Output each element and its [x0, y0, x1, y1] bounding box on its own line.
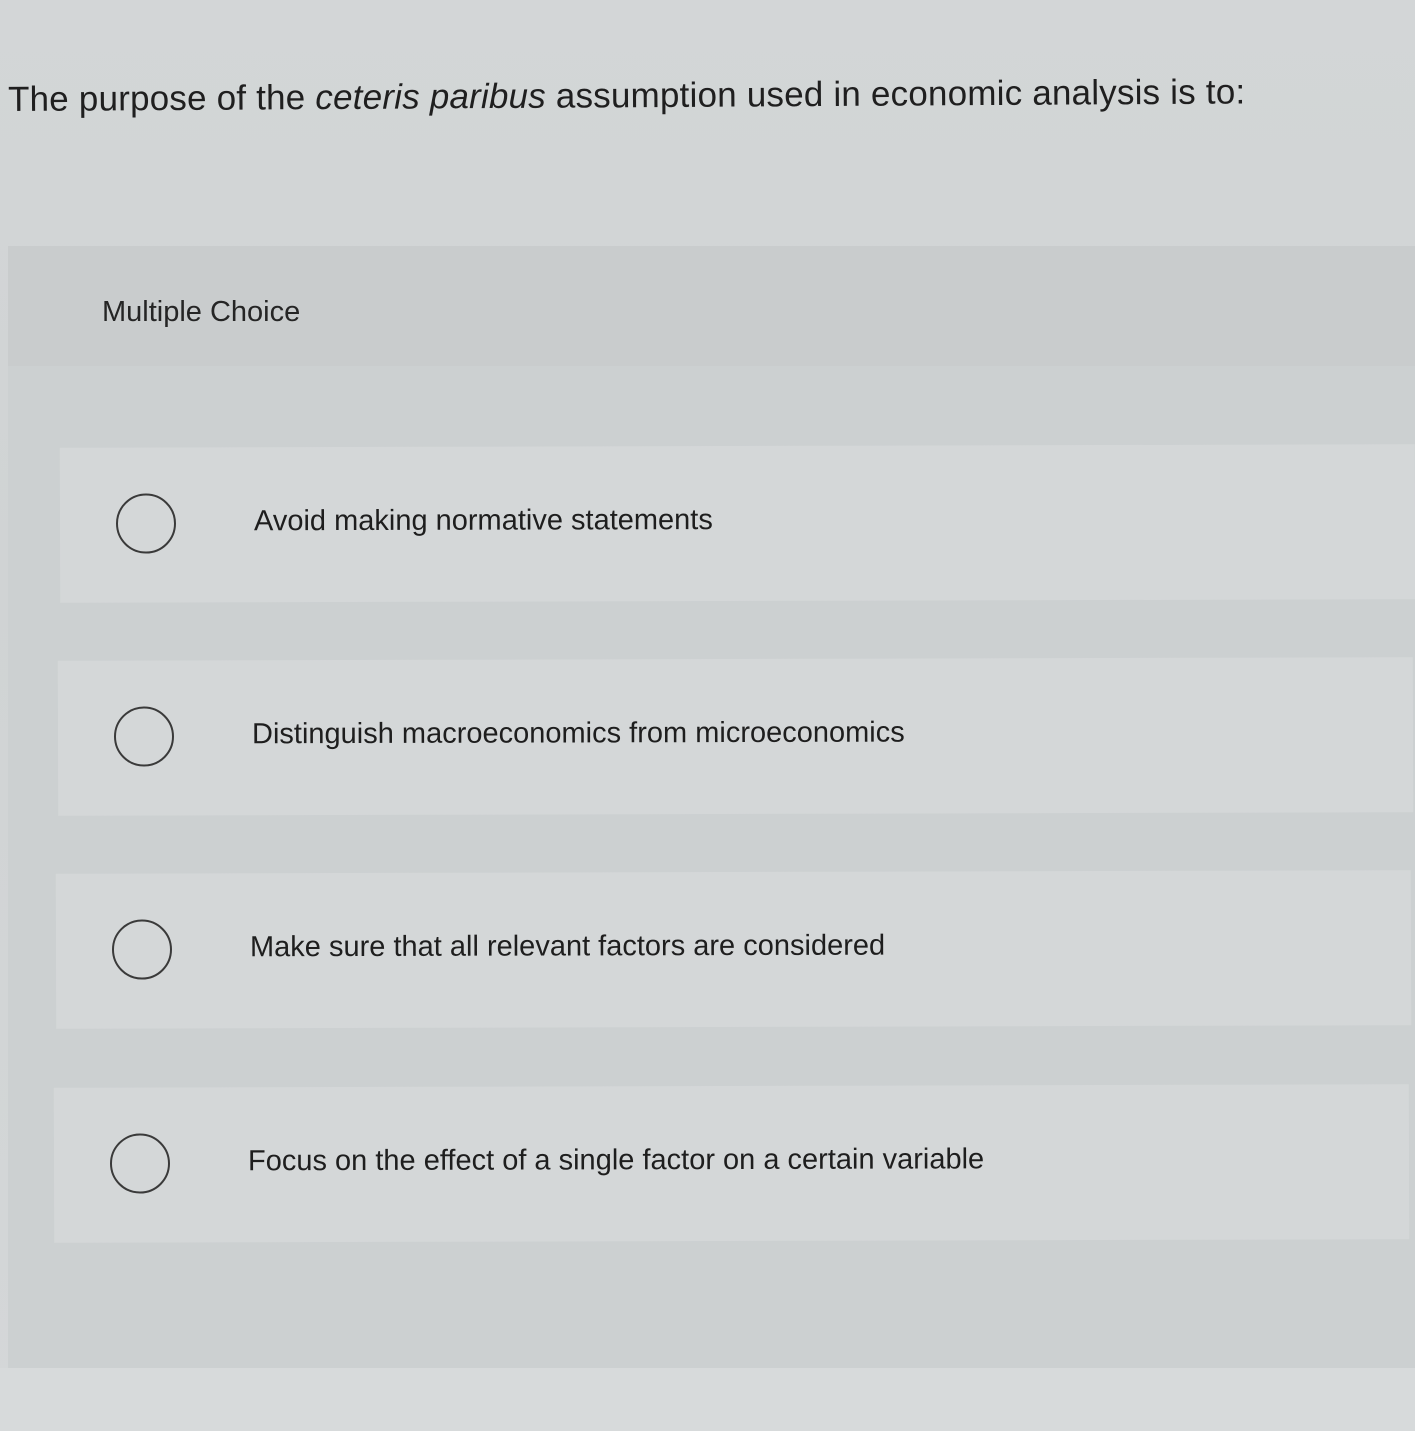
page-footer-area: [0, 1368, 1415, 1431]
answer-option-2[interactable]: Distinguish macroeconomics from microeco…: [57, 657, 1414, 816]
question-suffix: assumption used in economic analysis is …: [545, 72, 1246, 116]
answer-option-label: Distinguish macroeconomics from microeco…: [251, 716, 905, 751]
question-emphasis: ceteris paribus: [315, 76, 547, 118]
radio-button-icon[interactable]: [115, 493, 177, 554]
multiple-choice-panel: Multiple Choice Avoid making normative s…: [8, 246, 1415, 1368]
answer-option-4[interactable]: Focus on the effect of a single factor o…: [53, 1084, 1410, 1243]
question-text: The purpose of the ceteris paribus assum…: [8, 72, 1246, 120]
answer-option-1[interactable]: Avoid making normative statements: [59, 444, 1415, 603]
radio-button-icon[interactable]: [111, 919, 173, 980]
radio-button-icon[interactable]: [109, 1133, 171, 1194]
answer-option-label: Avoid making normative statements: [253, 504, 713, 538]
radio-button-icon[interactable]: [113, 706, 175, 767]
section-label: Multiple Choice: [102, 296, 301, 328]
question-prefix: The purpose of the: [7, 78, 316, 119]
answer-option-label: Make sure that all relevant factors are …: [249, 929, 886, 964]
answer-option-label: Focus on the effect of a single factor o…: [247, 1143, 985, 1178]
multiple-choice-header: Multiple Choice: [8, 246, 1415, 366]
answer-option-3[interactable]: Make sure that all relevant factors are …: [55, 870, 1412, 1029]
